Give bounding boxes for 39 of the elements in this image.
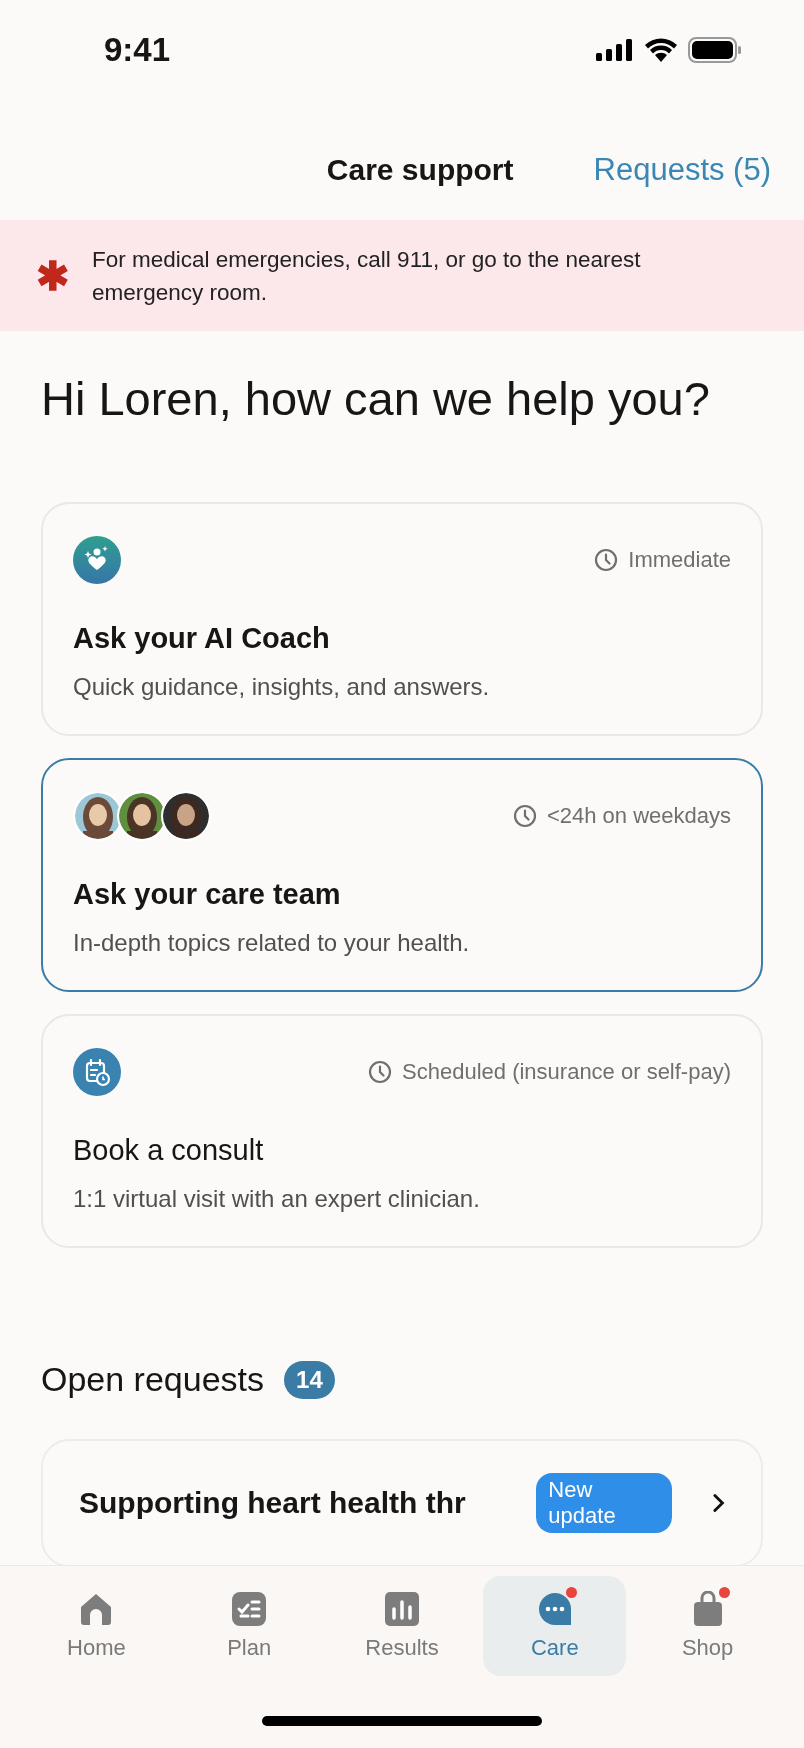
clock-icon	[512, 804, 537, 828]
request-title: Supporting heart health thr	[79, 1486, 467, 1520]
timing-label: Immediate	[628, 547, 731, 573]
update-badge: New update	[536, 1473, 672, 1533]
status-time: 9:41	[104, 31, 171, 69]
greeting-heading: Hi Loren, how can we help you?	[41, 371, 711, 427]
section-heading: Open requests	[41, 1360, 265, 1399]
battery-icon	[688, 37, 742, 63]
option-title: Ask your care team	[73, 878, 342, 911]
emergency-text: For medical emergencies, call 911, or go to the nearest emergency room.	[92, 245, 642, 307]
option-description: Quick guidance, insights, and answers.	[73, 673, 491, 701]
clock-icon	[368, 1060, 393, 1084]
option-card[interactable]: <24h on weekdays Ask your care team In-depth topics related to your health.	[41, 758, 763, 992]
tab-item[interactable]: Care	[483, 1576, 627, 1676]
option-description: In-depth topics related to your health.	[73, 929, 471, 957]
heart-sparkle-icon	[73, 536, 121, 584]
option-description: 1:1 virtual visit with an expert clinician.	[73, 1185, 481, 1213]
chevron-icon	[711, 1492, 725, 1514]
option-title: Ask your AI Coach	[73, 622, 331, 655]
calendar-clock-icon	[73, 1048, 121, 1096]
requests-link[interactable]: Requests (5)	[593, 152, 771, 188]
count-badge: 14	[284, 1360, 335, 1399]
tab-item[interactable]: Results	[330, 1576, 474, 1676]
option-card[interactable]: Immediate Ask your AI Coach Quick guidance, insights, and answers.	[41, 502, 763, 736]
tab-item[interactable]: Shop	[636, 1576, 780, 1676]
clock-icon	[594, 548, 619, 572]
asterisk-icon: ✱	[36, 255, 70, 296]
tab-item[interactable]: Plan	[177, 1576, 321, 1676]
option-card[interactable]: Scheduled (insurance or self-pay) Book a consult 1:1 virtual visit with an expert clinician.	[41, 1014, 763, 1248]
wifi-icon	[644, 38, 678, 62]
timing-label: <24h on weekdays	[546, 803, 731, 829]
signal-icon	[596, 39, 634, 61]
option-title: Book a consult	[73, 1134, 265, 1167]
timing-label: Scheduled (insurance or self-pay)	[402, 1059, 731, 1085]
tab-item[interactable]: Home	[24, 1576, 168, 1676]
chat-bubble-icon	[536, 1591, 573, 1627]
bar-chart-icon	[384, 1591, 420, 1627]
page-title: Care support	[326, 153, 514, 187]
checklist-icon	[231, 1591, 268, 1627]
